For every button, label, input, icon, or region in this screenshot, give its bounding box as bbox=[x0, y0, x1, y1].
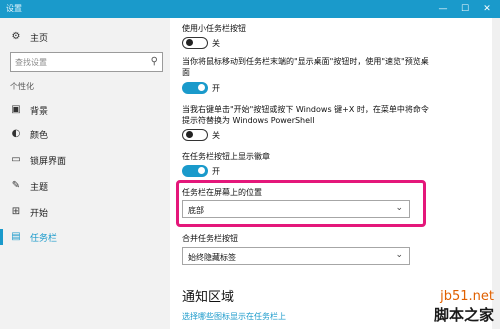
peek-toggle[interactable] bbox=[182, 82, 208, 94]
main-content: 使用小任务栏按钮 关 当你将鼠标移动到任务栏末端的"显示桌面"按钮时，使用"速览… bbox=[170, 18, 500, 329]
watermark: jb51.net 脚本之家 bbox=[434, 289, 494, 325]
maximize-button[interactable]: ☐ bbox=[454, 0, 476, 18]
sidebar-item-background[interactable]: ▣ 背景 bbox=[0, 99, 170, 121]
toggle-knob bbox=[186, 39, 193, 46]
sidebar-item-lockscreen[interactable]: ▭ 锁屏界面 bbox=[0, 149, 170, 171]
toggle-state: 关 bbox=[212, 39, 220, 48]
gear-icon: ⚙ bbox=[11, 31, 21, 42]
sidebar-item-taskbar[interactable]: ▤ 任务栏 bbox=[0, 226, 170, 248]
watermark-brand: 脚本之家 bbox=[433, 306, 494, 324]
sidebar-item-home[interactable]: ⚙ 主页 bbox=[0, 26, 170, 48]
section-label: 个性化 bbox=[10, 82, 34, 91]
setting-label-badges: 在任务栏按钮上显示徽章 bbox=[182, 152, 270, 161]
setting-label-small-buttons: 使用小任务栏按钮 bbox=[182, 24, 246, 33]
sidebar-item-label: 颜色 bbox=[30, 131, 49, 141]
sidebar-item-themes[interactable]: ✎ 主题 bbox=[0, 175, 170, 197]
image-icon: ▣ bbox=[11, 104, 21, 115]
sidebar-item-label: 背景 bbox=[30, 107, 49, 117]
sidebar-item-label: 任务栏 bbox=[30, 234, 58, 244]
dropdown-value: 始终隐藏标签 bbox=[188, 253, 236, 262]
highlight-box bbox=[176, 180, 426, 227]
sidebar-item-start[interactable]: ⊞ 开始 bbox=[0, 201, 170, 223]
sidebar-item-label: 主页 bbox=[30, 34, 49, 44]
powershell-toggle[interactable] bbox=[182, 129, 208, 141]
active-indicator bbox=[0, 229, 3, 245]
search-icon: ⚲ bbox=[150, 56, 158, 67]
setting-label-powershell: 当我右键单击"开始"按钮或按下 Windows 键+X 时，在菜单中将命令提示符… bbox=[182, 105, 429, 125]
combine-buttons-dropdown[interactable]: 始终隐藏标签 ⌄ bbox=[182, 247, 410, 265]
toggle-knob bbox=[186, 131, 193, 138]
sidebar: ⚙ 主页 查找设置 ⚲ 个性化 ▣ 背景 ◐ 颜色 ▭ 锁屏界面 ✎ 主题 ⊞ … bbox=[0, 18, 170, 329]
watermark-site: jb51.net bbox=[440, 289, 494, 304]
taskbar-icon: ▤ bbox=[11, 231, 21, 242]
sidebar-item-label: 主题 bbox=[30, 183, 49, 193]
lockscreen-icon: ▭ bbox=[11, 154, 21, 165]
close-button[interactable]: ✕ bbox=[476, 0, 498, 18]
setting-label-peek: 当你将鼠标移动到任务栏末端的"显示桌面"按钮时，使用"速览"预览桌面 bbox=[182, 57, 429, 77]
toggle-state: 开 bbox=[212, 167, 220, 176]
combine-buttons-label: 合并任务栏按钮 bbox=[182, 234, 238, 243]
select-icons-link[interactable]: 选择哪些图标显示在任务栏上 bbox=[182, 311, 286, 322]
minimize-button[interactable]: — bbox=[432, 0, 454, 18]
settings-window: 设置 — ☐ ✕ ⚙ 主页 查找设置 ⚲ 个性化 ▣ 背景 ◐ 颜色 ▭ 锁屏界… bbox=[0, 0, 500, 329]
window-title: 设置 bbox=[6, 4, 22, 13]
title-bar: 设置 — ☐ ✕ bbox=[0, 0, 500, 18]
toggle-knob bbox=[198, 83, 205, 91]
scrollbar[interactable] bbox=[492, 18, 500, 329]
sidebar-item-colors[interactable]: ◐ 颜色 bbox=[0, 123, 170, 145]
toggle-state: 关 bbox=[212, 131, 220, 140]
palette-icon: ◐ bbox=[11, 128, 21, 139]
brush-icon: ✎ bbox=[11, 180, 21, 191]
sidebar-item-label: 开始 bbox=[30, 209, 49, 219]
chevron-down-icon: ⌄ bbox=[395, 250, 403, 260]
search-placeholder: 查找设置 bbox=[15, 58, 47, 67]
toggle-state: 开 bbox=[212, 84, 220, 93]
notification-area-heading: 通知区域 bbox=[182, 290, 235, 305]
small-buttons-toggle[interactable] bbox=[182, 37, 208, 49]
search-input[interactable]: 查找设置 ⚲ bbox=[10, 52, 163, 72]
badges-toggle[interactable] bbox=[182, 165, 208, 177]
start-icon: ⊞ bbox=[11, 206, 21, 217]
toggle-knob bbox=[198, 166, 205, 174]
sidebar-item-label: 锁屏界面 bbox=[30, 157, 67, 167]
